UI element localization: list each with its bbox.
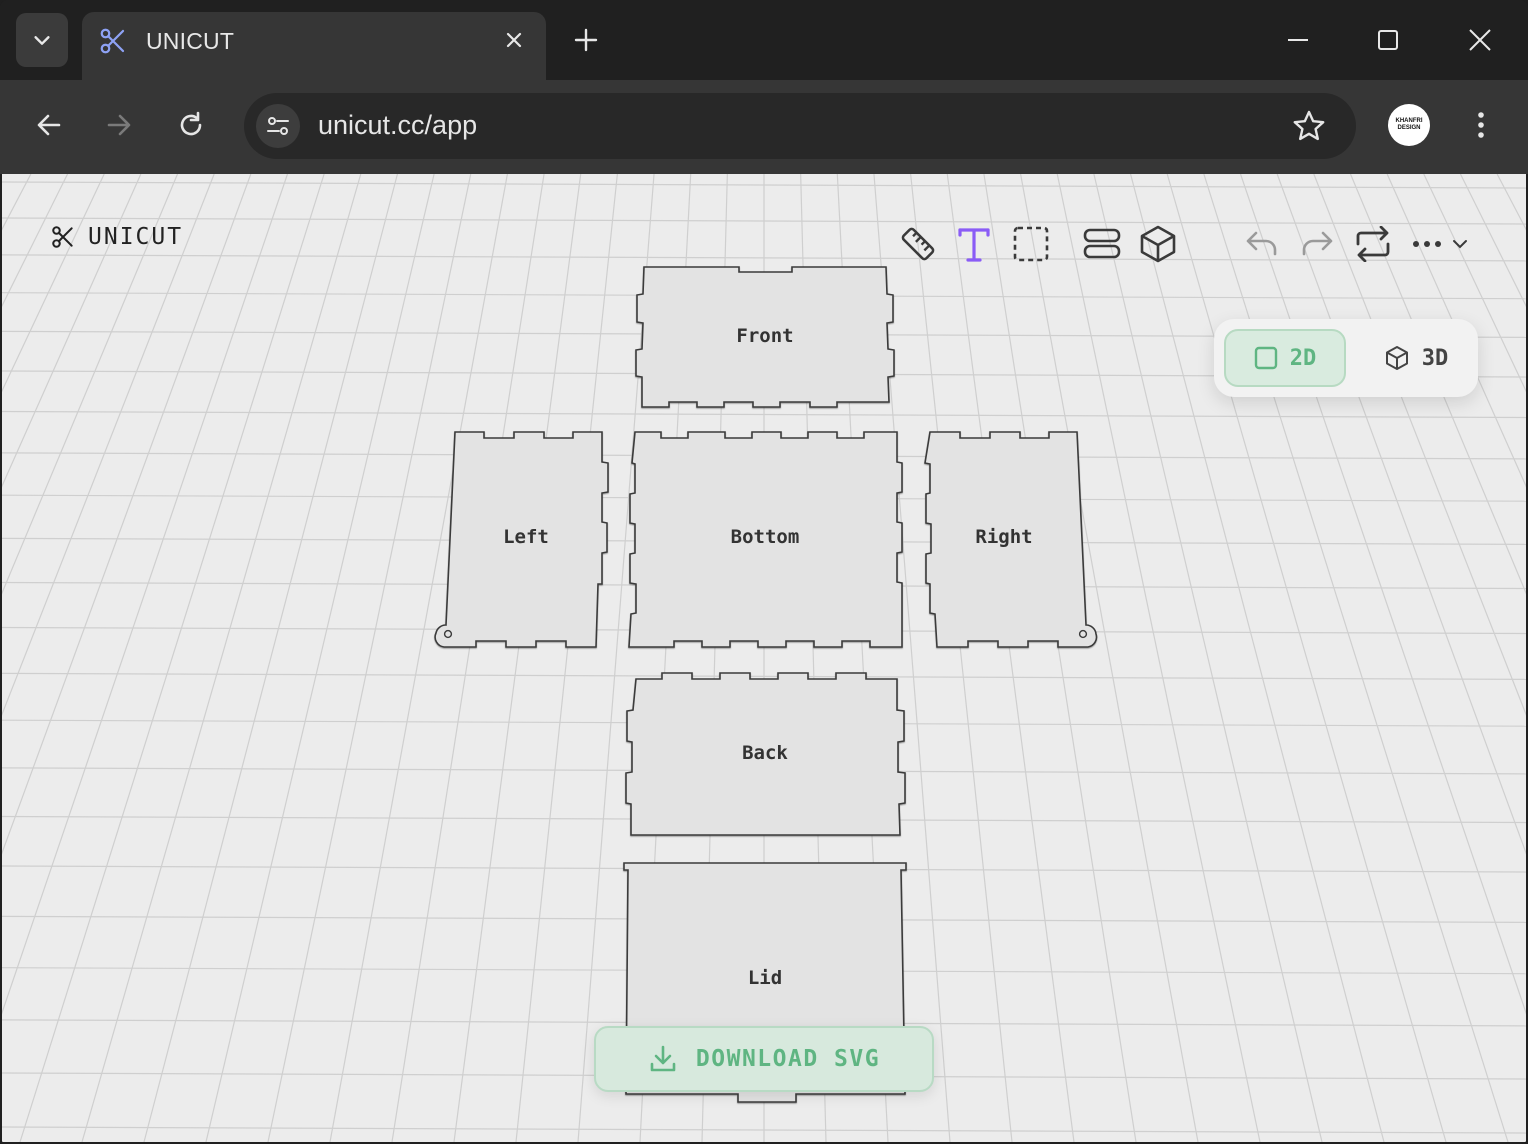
close-icon [506, 32, 522, 48]
star-icon[interactable] [1292, 109, 1326, 143]
square-icon [1254, 346, 1277, 370]
reload-icon [180, 111, 202, 136]
browser-menu-button[interactable] [1462, 104, 1500, 146]
cube-icon [1385, 346, 1408, 370]
panel-label-right: Right [975, 526, 1032, 548]
panel-right[interactable]: Right [924, 431, 1098, 648]
more-vertical-icon [1478, 112, 1484, 138]
browser-window: UNICUT unicut.cc/app KHANFRI DESIGN UNIC… [0, 0, 1528, 1144]
view-mode-toggle: 2D 3D [1214, 319, 1478, 397]
profile-text-line2: DESIGN [1397, 125, 1421, 131]
forward-button[interactable] [96, 102, 142, 148]
panel-label-lid: Lid [748, 967, 782, 989]
panel-label-bottom: Bottom [731, 526, 800, 548]
panel-bottom[interactable]: Bottom [628, 431, 903, 648]
toggle-3d-label: 3D [1421, 345, 1449, 371]
close-icon [1469, 29, 1491, 51]
panel-label-front: Front [736, 325, 793, 347]
panel-left[interactable]: Left [434, 431, 609, 648]
panel-label-left: Left [503, 526, 549, 548]
address-bar[interactable]: unicut.cc/app [244, 93, 1356, 159]
plus-icon [574, 28, 598, 52]
tab-title: UNICUT [146, 28, 235, 54]
panel-label-back: Back [742, 742, 788, 764]
arrow-right-icon [107, 114, 131, 136]
close-window-button[interactable] [1460, 20, 1500, 60]
tab-close-button[interactable] [500, 26, 528, 54]
url-text[interactable]: unicut.cc/app [318, 110, 477, 141]
download-svg-button[interactable]: DOWNLOAD SVG [594, 1026, 934, 1092]
toggle-2d-button[interactable]: 2D [1224, 329, 1346, 387]
browser-toolbar: unicut.cc/app KHANFRI DESIGN [0, 80, 1528, 174]
panel-front[interactable]: Front [635, 266, 895, 408]
profile-avatar[interactable]: KHANFRI DESIGN [1388, 104, 1430, 146]
back-button[interactable] [26, 102, 72, 148]
new-tab-button[interactable] [566, 22, 606, 58]
toggle-2d-label: 2D [1289, 345, 1317, 371]
chevron-down-icon [34, 36, 50, 45]
scissors-icon [100, 28, 125, 54]
profile-text-line1: KHANFRI [1395, 118, 1423, 124]
maximize-icon [1378, 30, 1398, 50]
tab-strip: UNICUT [0, 0, 1528, 80]
app-canvas[interactable]: UNICUT Front Left Bottom Right Back Lid … [2, 174, 1526, 1142]
download-icon [650, 1045, 676, 1072]
active-tab[interactable]: UNICUT [82, 12, 546, 80]
download-label: DOWNLOAD SVG [695, 1046, 881, 1072]
maximize-button[interactable] [1368, 20, 1408, 60]
tab-search-button[interactable] [16, 13, 68, 67]
arrow-left-icon [37, 114, 61, 136]
minimize-button[interactable] [1278, 20, 1318, 60]
tune-icon [267, 117, 289, 135]
minimize-icon [1288, 39, 1308, 41]
reload-button[interactable] [168, 102, 214, 148]
toggle-3d-button[interactable]: 3D [1364, 329, 1468, 387]
site-info-button[interactable] [256, 104, 300, 148]
panel-back[interactable]: Back [625, 672, 906, 836]
